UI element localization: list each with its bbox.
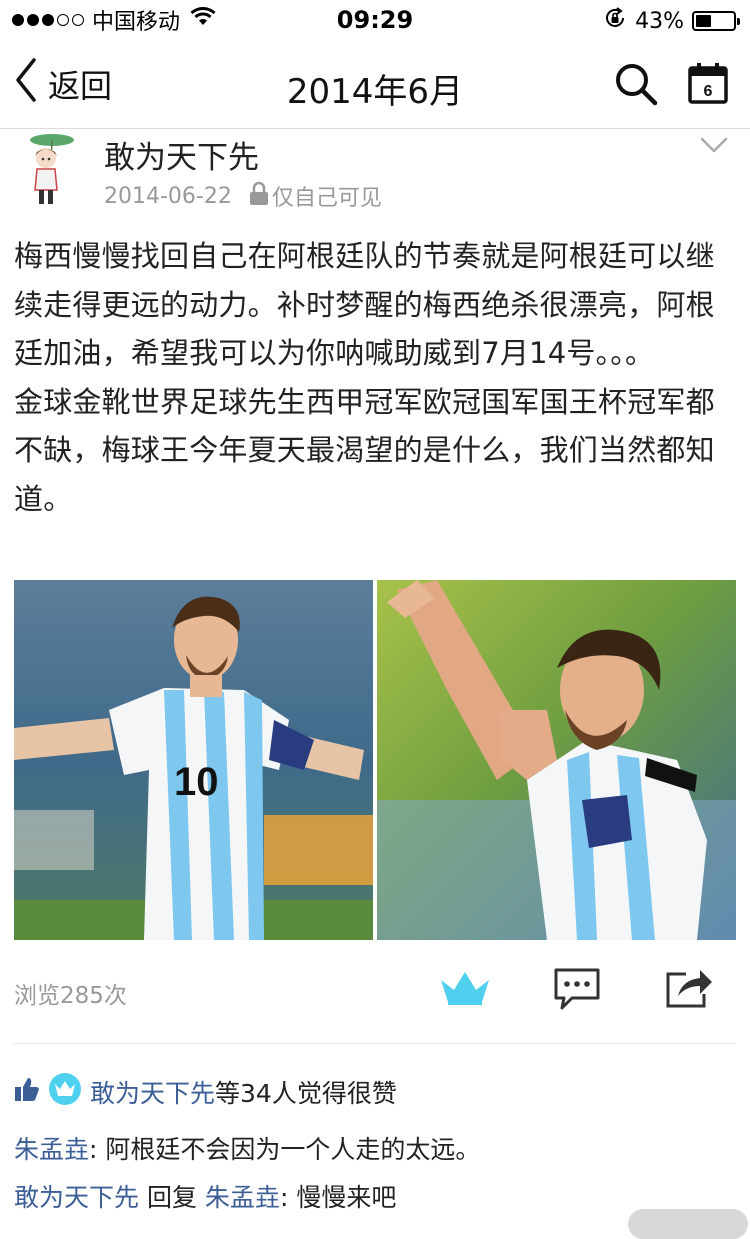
reply-word: 回复 [139, 1183, 205, 1212]
likes-suffix: 等34人觉得很赞 [215, 1079, 397, 1108]
thumbs-up-icon [14, 1076, 40, 1108]
likers-link[interactable]: 敢为天下先 [90, 1074, 215, 1110]
comment-text: 慢慢来吧 [296, 1183, 397, 1212]
post-content: 梅西慢慢找回自己在阿根廷队的节奏就是阿根廷可以继续走得更远的动力。补时梦醒的梅西… [14, 232, 740, 523]
comment-item[interactable]: 朱孟垚: 阿根廷不会因为一个人走的太远。 [14, 1130, 480, 1166]
crown-badge-icon [48, 1072, 82, 1112]
calendar-button[interactable]: 6 [688, 62, 728, 108]
chevron-down-icon [700, 137, 728, 153]
comment-author[interactable]: 敢为天下先 [14, 1183, 139, 1212]
search-icon [614, 64, 658, 110]
share-button[interactable] [664, 966, 716, 1016]
lock-icon [248, 181, 270, 211]
jersey-number: 10 [174, 760, 219, 804]
search-button[interactable] [614, 62, 658, 110]
comment-separator: : [279, 1183, 297, 1212]
author-name[interactable]: 敢为天下先 [104, 132, 259, 177]
post-photo-2[interactable] [377, 580, 736, 940]
post-meta: 2014-06-22 仅自己可见 [104, 180, 382, 212]
battery-icon [692, 11, 740, 31]
like-button[interactable] [438, 966, 492, 1016]
post-paragraph: 金球金靴世界足球先生西甲冠军欧冠国军国王杯冠军都不缺，梅球王今年夏天最渴望的是什… [14, 384, 715, 516]
visibility-label: 仅自己可见 [271, 186, 382, 211]
post-paragraph: 梅西慢慢找回自己在阿根廷队的节奏就是阿根廷可以继续走得更远的动力。补时梦醒的梅西… [14, 239, 715, 370]
post-date: 2014-06-22 [104, 183, 232, 209]
calendar-icon: 6 [688, 63, 728, 104]
battery-percent: 43% [635, 8, 684, 34]
floating-pill[interactable] [628, 1209, 748, 1239]
comment-button[interactable] [552, 966, 602, 1016]
reply-to-author[interactable]: 朱孟垚 [205, 1183, 280, 1212]
view-count: 浏览285次 [14, 983, 127, 1009]
post-photo-1[interactable]: 10 [14, 580, 373, 940]
comment-separator: : [89, 1135, 106, 1164]
post-options-button[interactable] [700, 136, 728, 158]
likes-row: 敢为天下先 等34人觉得很赞 [14, 1072, 397, 1112]
status-bar: 中国移动 09:29 43% [0, 0, 750, 40]
nav-bar: 返回 2014年6月 6 [0, 40, 750, 129]
share-icon [666, 970, 712, 1008]
comment-author[interactable]: 朱孟垚 [14, 1135, 89, 1164]
calendar-day: 6 [704, 83, 713, 100]
comment-item[interactable]: 敢为天下先 回复 朱孟垚: 慢慢来吧 [14, 1178, 396, 1214]
rotation-lock-icon [603, 6, 627, 36]
divider [14, 1043, 736, 1044]
status-bar-right: 43% [603, 6, 740, 36]
crown-icon [441, 972, 489, 1005]
comment-text: 阿根廷不会因为一个人走的太远。 [105, 1135, 481, 1164]
avatar[interactable] [22, 132, 80, 208]
battery-level [696, 15, 712, 27]
comment-icon [554, 968, 600, 1010]
